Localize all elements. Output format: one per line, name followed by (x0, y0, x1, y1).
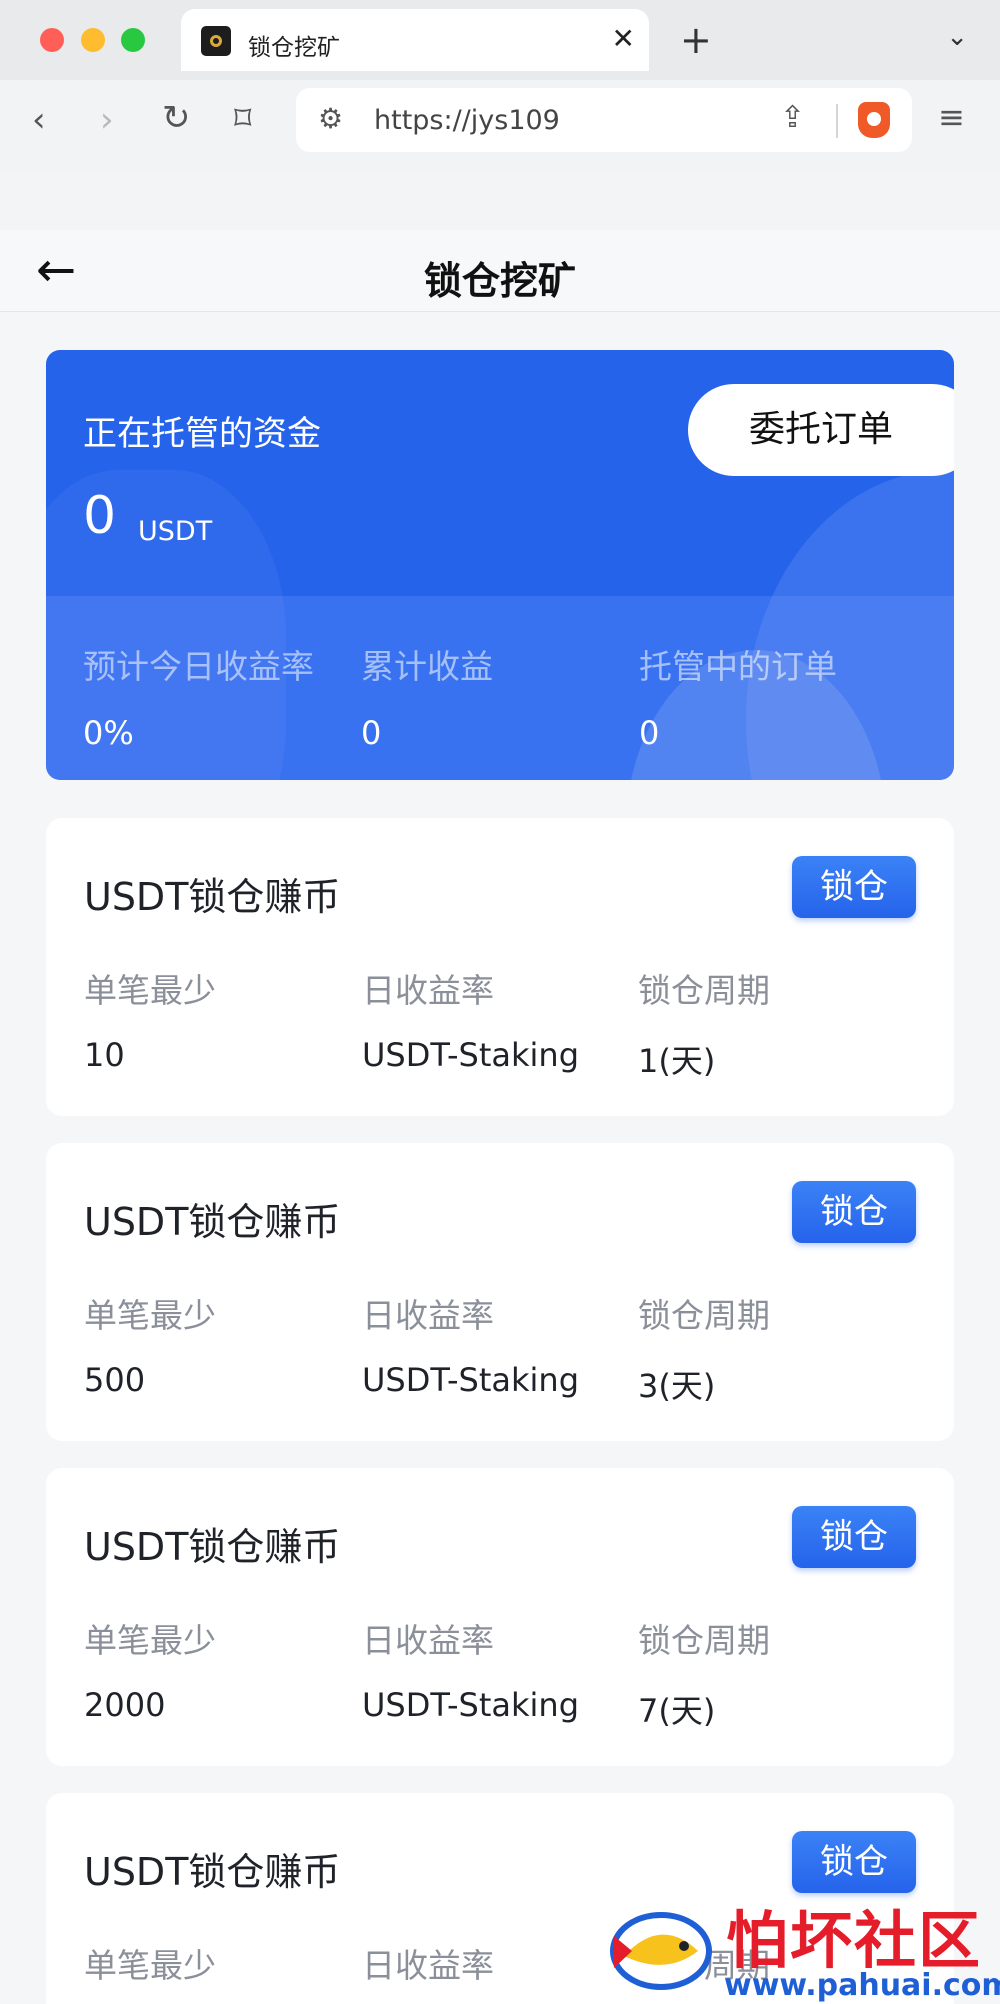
custody-label: 正在托管的资金 (83, 414, 321, 454)
brave-shield-icon[interactable] (858, 102, 890, 138)
tab-close-icon[interactable]: ✕ (612, 23, 635, 55)
product-title: USDT锁仓赚币 (84, 875, 341, 919)
min-amount-value: 500 (84, 1361, 146, 1399)
lock-period-label: 锁仓周期 (638, 971, 770, 1010)
custody-amount: 0 (83, 486, 117, 546)
min-amount-label: 单笔最少 (84, 1946, 216, 1985)
minimize-window-button[interactable] (81, 28, 105, 52)
maximize-window-button[interactable] (121, 28, 145, 52)
browser-toolbar: ‹ › ↻ ⌑ ⚙ https://jys109 ⇪ ≡ (0, 80, 1000, 170)
product-title: USDT锁仓赚币 (84, 1525, 341, 1569)
product-card: USDT锁仓赚币 锁仓 单笔最少 2000 日收益率 USDT-Staking … (46, 1468, 954, 1766)
daily-rate-label: 日收益率 (362, 971, 494, 1010)
product-card: USDT锁仓赚币 锁仓 单笔最少 500 日收益率 USDT-Staking 锁… (46, 1143, 954, 1441)
lock-period-label: 锁仓周期 (638, 1621, 770, 1660)
entrust-orders-button[interactable]: 委托订单 (688, 384, 954, 476)
min-amount-column: 单笔最少 (84, 1939, 216, 1987)
custody-summary-card: 正在托管的资金 0 USDT 委托订单 预计今日收益率 0% 累计收益 0 托管… (46, 350, 954, 780)
custody-unit: USDT (138, 516, 213, 547)
site-watermark: 怕坏社区 www.pahuai.com (606, 1890, 1000, 2004)
stat-orders-in-custody: 托管中的订单 0 (639, 640, 837, 752)
lock-button[interactable]: 锁仓 (792, 856, 916, 918)
reload-icon[interactable]: ↻ (162, 98, 191, 138)
url-text[interactable]: https://jys109 (374, 105, 560, 136)
bookmark-icon[interactable]: ⌑ (234, 99, 251, 139)
lock-button[interactable]: 锁仓 (792, 1181, 916, 1243)
share-icon[interactable]: ⇪ (780, 100, 805, 135)
daily-rate-value: USDT-Staking (362, 1686, 580, 1724)
divider (836, 104, 838, 138)
stat-expected-rate: 预计今日收益率 0% (83, 640, 314, 752)
lock-button[interactable]: 锁仓 (792, 1506, 916, 1568)
stat-cumulative-earnings: 累计收益 0 (361, 640, 493, 752)
min-amount-column: 单笔最少 2000 (84, 1614, 216, 1724)
stat-value: 0 (639, 714, 660, 752)
lock-period-column: 锁仓周期 1(天) (638, 964, 770, 1082)
browser-tab-bar: 锁仓挖矿 ✕ + ⌄ (0, 0, 1000, 80)
daily-rate-column: 日收益率 USDT-Staking (362, 1614, 579, 1724)
watermark-text: 怕坏社区 (726, 1904, 983, 1977)
new-tab-icon[interactable]: + (680, 18, 712, 62)
min-amount-column: 单笔最少 10 (84, 964, 216, 1074)
daily-rate-column: 日收益率 (362, 1939, 494, 1987)
browser-tab[interactable]: 锁仓挖矿 ✕ (181, 9, 649, 71)
daily-rate-label: 日收益率 (362, 1946, 494, 1985)
watermark-logo-icon (610, 1912, 712, 1990)
stat-label: 累计收益 (361, 647, 493, 686)
watermark-url: www.pahuai.com (724, 1968, 1000, 2003)
lock-period-label: 锁仓周期 (638, 1296, 770, 1335)
daily-rate-column: 日收益率 USDT-Staking (362, 964, 579, 1074)
back-arrow-icon[interactable]: ← (36, 246, 76, 294)
product-title: USDT锁仓赚币 (84, 1850, 341, 1894)
min-amount-value: 10 (84, 1036, 125, 1074)
min-amount-label: 单笔最少 (84, 1621, 216, 1660)
product-title: USDT锁仓赚币 (84, 1200, 341, 1244)
min-amount-label: 单笔最少 (84, 971, 216, 1010)
lock-button[interactable]: 锁仓 (792, 1831, 916, 1893)
lock-period-value: 7(天) (638, 1692, 716, 1730)
site-settings-icon[interactable]: ⚙ (318, 102, 343, 135)
page-title: 锁仓挖矿 (423, 259, 576, 303)
chevron-down-icon[interactable]: ⌄ (946, 22, 968, 52)
address-bar[interactable]: ⚙ https://jys109 ⇪ (296, 88, 912, 152)
stat-value: 0 (361, 714, 382, 752)
stat-label: 预计今日收益率 (83, 647, 314, 686)
close-window-button[interactable] (40, 28, 64, 52)
back-nav-icon[interactable]: ‹ (32, 100, 46, 140)
daily-rate-label: 日收益率 (362, 1621, 494, 1660)
menu-icon[interactable]: ≡ (938, 98, 965, 136)
site-favicon-icon (201, 26, 231, 56)
daily-rate-value: USDT-Staking (362, 1361, 580, 1399)
daily-rate-value: USDT-Staking (362, 1036, 580, 1074)
blurred-banner (0, 170, 1000, 230)
min-amount-column: 单笔最少 500 (84, 1289, 216, 1399)
forward-nav-icon[interactable]: › (100, 100, 114, 140)
lock-period-value: 1(天) (638, 1042, 716, 1080)
lock-period-column: 锁仓周期 3(天) (638, 1289, 770, 1407)
tab-title: 锁仓挖矿 (248, 35, 340, 61)
daily-rate-column: 日收益率 USDT-Staking (362, 1289, 579, 1399)
stat-value: 0% (83, 714, 134, 752)
min-amount-label: 单笔最少 (84, 1296, 216, 1335)
min-amount-value: 2000 (84, 1686, 166, 1724)
stat-label: 托管中的订单 (639, 647, 837, 686)
daily-rate-label: 日收益率 (362, 1296, 494, 1335)
lock-period-column: 锁仓周期 7(天) (638, 1614, 770, 1732)
app-header: 锁仓挖矿 ← (0, 230, 1000, 312)
lock-period-value: 3(天) (638, 1367, 716, 1405)
product-card: USDT锁仓赚币 锁仓 单笔最少 10 日收益率 USDT-Staking 锁仓… (46, 818, 954, 1116)
